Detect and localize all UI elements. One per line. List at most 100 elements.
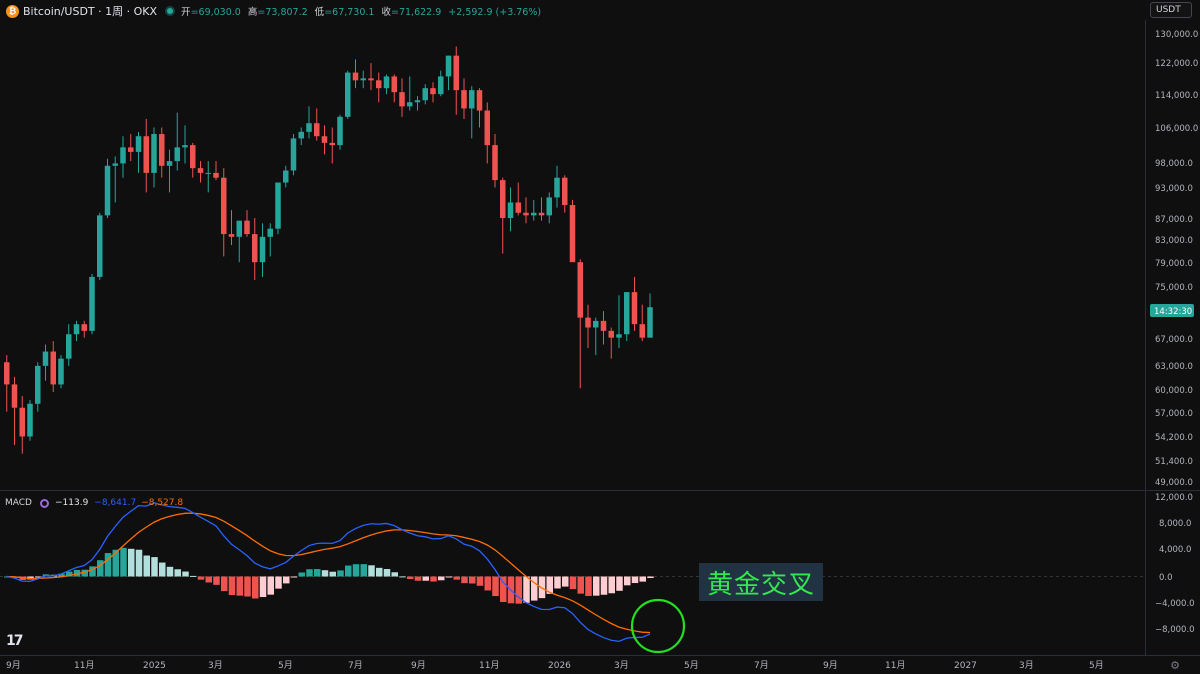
candle-body[interactable] xyxy=(11,384,18,408)
candle-body[interactable] xyxy=(345,72,351,117)
candle-body[interactable] xyxy=(252,234,258,263)
candle-body[interactable] xyxy=(50,351,57,385)
price-axis[interactable]: 130,000.0 122,000.0 114,000.0 106,000.0 … xyxy=(1155,30,1198,488)
candle-body[interactable] xyxy=(298,131,305,139)
candle-body[interactable] xyxy=(267,228,274,237)
candle-body[interactable] xyxy=(383,76,390,89)
candle-body[interactable] xyxy=(306,123,312,132)
tradingview-logo-icon[interactable]: 17 xyxy=(6,633,24,649)
candle-body[interactable] xyxy=(19,407,26,437)
candle-body[interactable] xyxy=(523,212,529,216)
candle-body[interactable] xyxy=(445,55,452,77)
macd-legend[interactable]: MACD −113.9 −8,641.7 −8,527.8 xyxy=(5,498,183,508)
candle-body[interactable] xyxy=(507,202,514,218)
candlestick-series[interactable] xyxy=(4,46,653,454)
macd-histogram-bar xyxy=(430,576,437,582)
candle-body[interactable] xyxy=(337,116,343,146)
candle-body[interactable] xyxy=(484,110,491,146)
candle-body[interactable] xyxy=(639,324,646,338)
candle-body[interactable] xyxy=(407,102,413,107)
gear-icon[interactable]: ⚙ xyxy=(1168,658,1182,672)
candle-body[interactable] xyxy=(515,202,522,213)
candle-body[interactable] xyxy=(430,88,436,95)
macd-pane[interactable] xyxy=(4,502,654,643)
candle-body[interactable] xyxy=(151,134,157,173)
macd-histogram-bar xyxy=(484,576,491,591)
candle-body[interactable] xyxy=(128,147,134,152)
candle-body[interactable] xyxy=(97,215,103,277)
candle-body[interactable] xyxy=(600,320,607,331)
candle-body[interactable] xyxy=(283,170,289,183)
candle-body[interactable] xyxy=(376,80,382,89)
candle-body[interactable] xyxy=(329,142,336,146)
candle-body[interactable] xyxy=(616,334,622,338)
candle-body[interactable] xyxy=(89,276,95,331)
candle-body[interactable] xyxy=(546,197,553,216)
candle-body[interactable] xyxy=(438,76,444,95)
candle-body[interactable] xyxy=(120,147,126,164)
candle-body[interactable] xyxy=(236,220,243,237)
candle-body[interactable] xyxy=(492,145,498,181)
candle-body[interactable] xyxy=(228,234,235,237)
candle-body[interactable] xyxy=(391,76,398,93)
candle-body[interactable] xyxy=(585,317,591,328)
candle-body[interactable] xyxy=(112,163,119,166)
candle-body[interactable] xyxy=(352,72,359,81)
candle-body[interactable] xyxy=(42,351,49,366)
indicator-settings-icon[interactable] xyxy=(39,498,49,508)
candle-body[interactable] xyxy=(368,78,374,81)
candle-body[interactable] xyxy=(453,55,460,91)
candle-body[interactable] xyxy=(469,90,475,109)
candle-body[interactable] xyxy=(197,168,204,173)
candle-body[interactable] xyxy=(275,182,281,229)
candle-body[interactable] xyxy=(562,177,568,206)
candle-body[interactable] xyxy=(81,324,88,331)
candle-body[interactable] xyxy=(360,78,367,81)
candle-body[interactable] xyxy=(290,138,297,171)
candle-body[interactable] xyxy=(531,212,537,216)
candle-body[interactable] xyxy=(66,334,72,359)
candle-body[interactable] xyxy=(205,172,212,174)
candle-body[interactable] xyxy=(259,236,266,263)
candle-body[interactable] xyxy=(174,147,181,162)
candle-body[interactable] xyxy=(554,177,560,198)
macd-histogram-bar xyxy=(639,576,646,582)
candle-body[interactable] xyxy=(159,134,165,166)
candle-body[interactable] xyxy=(213,172,219,178)
candle-body[interactable] xyxy=(577,262,584,318)
candle-body[interactable] xyxy=(221,177,227,235)
candle-body[interactable] xyxy=(399,92,405,107)
candle-body[interactable] xyxy=(624,292,630,335)
candle-body[interactable] xyxy=(27,403,33,437)
candle-body[interactable] xyxy=(190,145,196,169)
macd-histogram-bar xyxy=(337,570,344,577)
candle-body[interactable] xyxy=(631,292,638,325)
candle-body[interactable] xyxy=(647,307,653,338)
candle-body[interactable] xyxy=(244,220,250,235)
current-price-tag[interactable]: 14:32:30 xyxy=(1150,304,1194,317)
candle-body[interactable] xyxy=(569,205,576,263)
candle-body[interactable] xyxy=(73,324,80,335)
candle-body[interactable] xyxy=(4,362,10,385)
candle-body[interactable] xyxy=(166,161,173,166)
candle-body[interactable] xyxy=(422,88,429,101)
candle-body[interactable] xyxy=(414,100,421,103)
macd-axis[interactable]: 12,000.0 8,000.0 4,000.0 0.0 −4,000.0 −8… xyxy=(1155,493,1195,635)
time-axis[interactable]: 9月 11月 2025 3月 5月 7月 9月 11月 2026 3月 5月 7… xyxy=(6,660,1104,671)
price-chart[interactable]: 130,000.0 122,000.0 114,000.0 106,000.0 … xyxy=(0,0,1200,674)
candle-body[interactable] xyxy=(321,136,328,143)
candle-body[interactable] xyxy=(538,212,545,216)
candle-body[interactable] xyxy=(500,180,506,218)
macd-histogram-bar xyxy=(97,560,104,577)
candle-body[interactable] xyxy=(104,165,111,216)
candle-body[interactable] xyxy=(476,90,483,111)
candle-body[interactable] xyxy=(593,320,599,328)
candle-body[interactable] xyxy=(314,123,320,137)
candle-body[interactable] xyxy=(143,136,150,173)
candle-body[interactable] xyxy=(58,358,64,385)
candle-body[interactable] xyxy=(35,365,41,404)
candle-body[interactable] xyxy=(135,136,142,152)
candle-body[interactable] xyxy=(182,145,188,148)
candle-body[interactable] xyxy=(608,330,615,338)
candle-body[interactable] xyxy=(461,90,467,109)
